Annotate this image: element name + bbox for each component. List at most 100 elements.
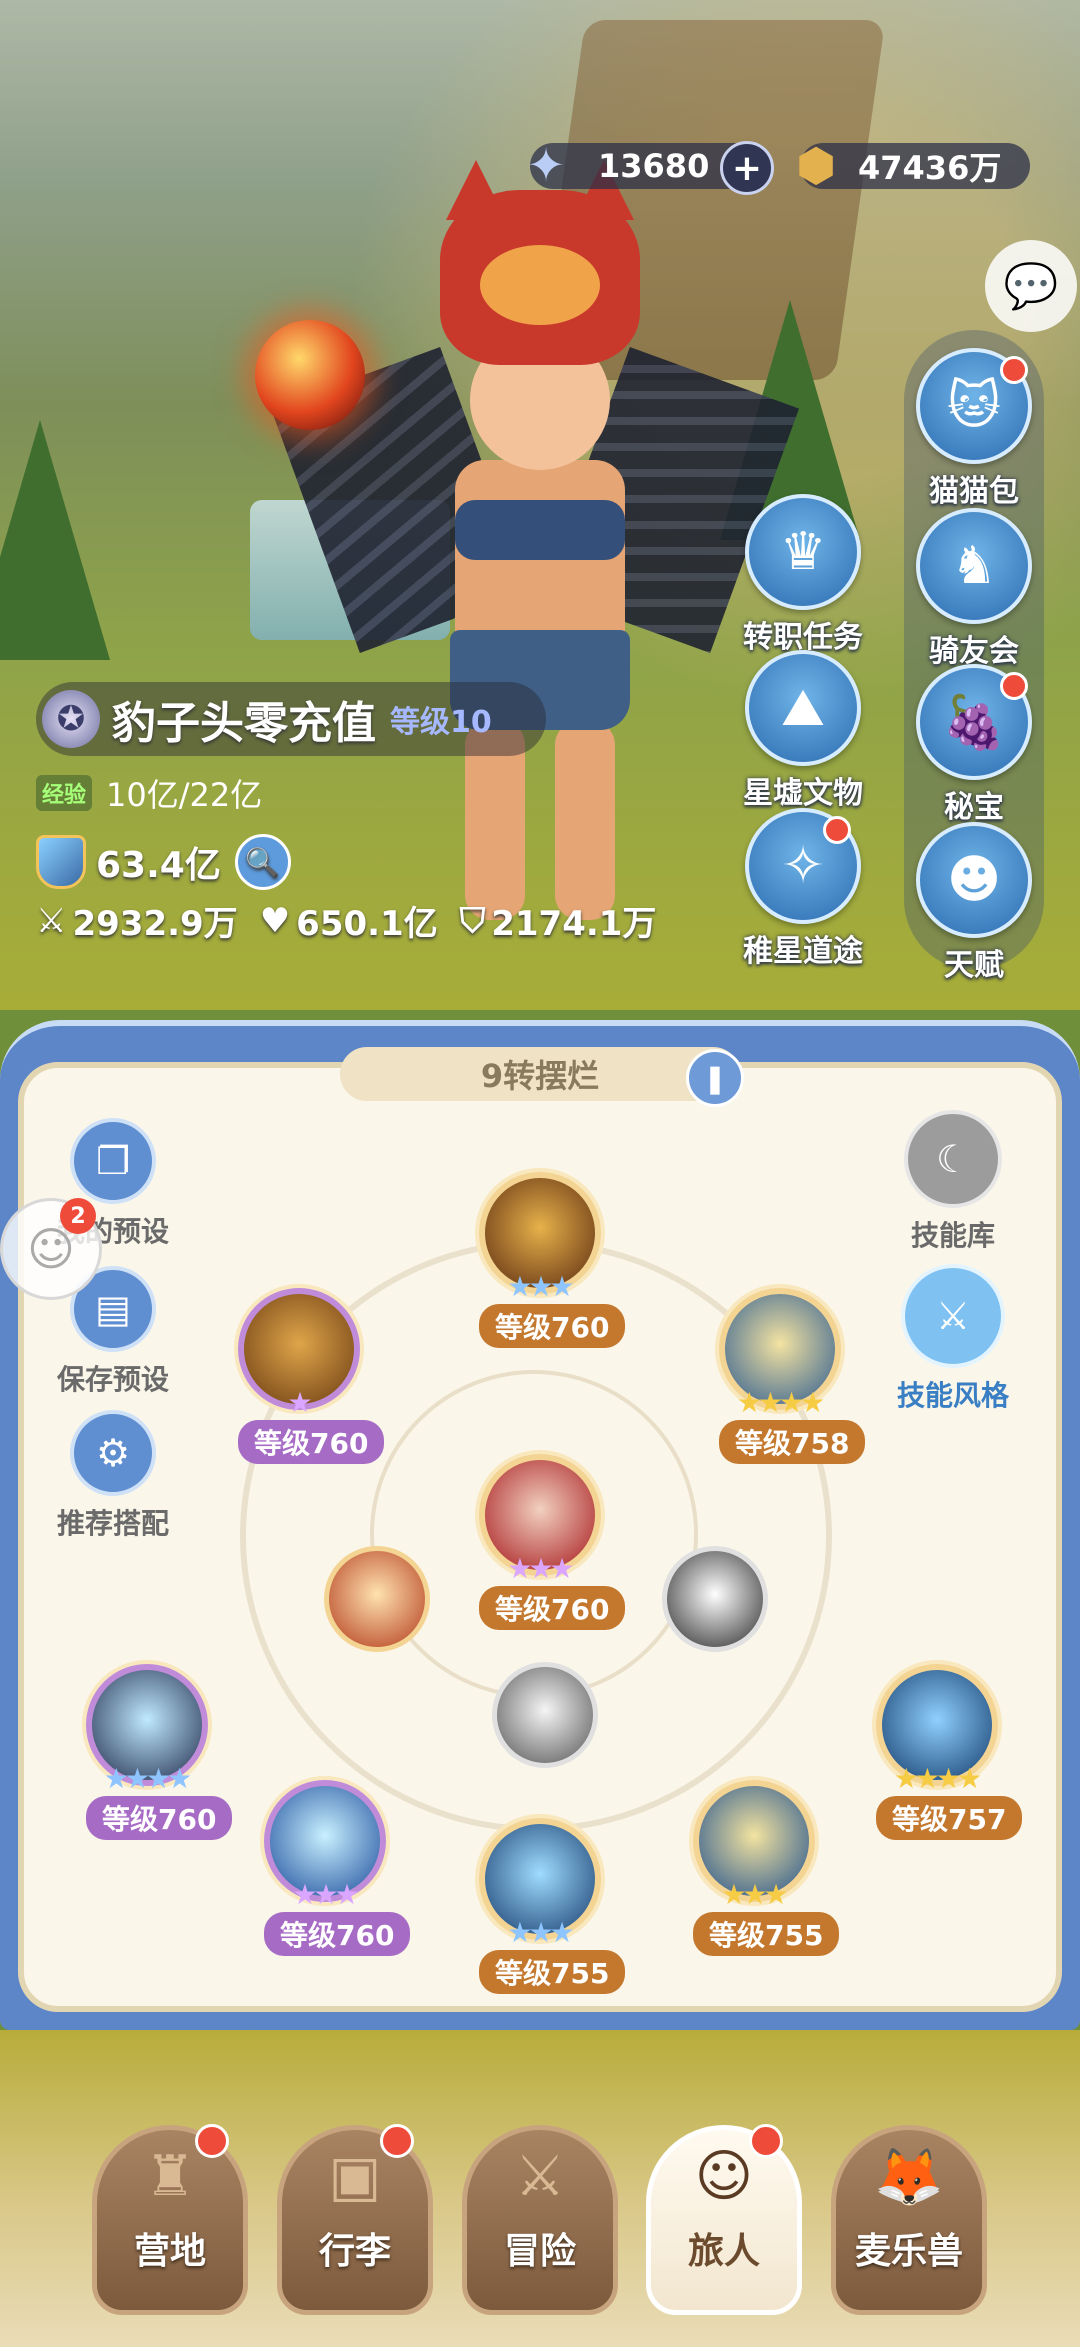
skill-stars: ★★★: [721, 1878, 788, 1911]
combat-power-value: 63.4亿: [96, 845, 221, 886]
attack-icon: ⚔: [36, 900, 67, 941]
skill-stars: ★★★: [292, 1878, 359, 1911]
chat-bubble-icon: 💬: [1003, 261, 1059, 312]
shield-icon: ⛉: [459, 900, 486, 941]
character-leg: [555, 720, 615, 920]
skill-stars: ★★★★: [893, 1762, 982, 1795]
skill-stars: ★★★★: [103, 1762, 192, 1795]
skill-level: 等级760: [238, 1420, 385, 1464]
notification-dot: [1000, 672, 1028, 700]
gem-counter: ✦ 13680 +: [527, 138, 774, 195]
preset-book-button[interactable]: ❚: [686, 1049, 744, 1107]
nav-traveler-label: 旅人: [687, 2231, 760, 2272]
preset-name[interactable]: 9转摆烂: [340, 1047, 740, 1101]
young-star-path-button[interactable]: ✧ 稚星道途: [728, 808, 878, 970]
skill-slot-7[interactable]: ★★★ 等级760: [264, 1780, 411, 1956]
defense-value: 2174.1万: [491, 904, 657, 944]
fireball-orb: [255, 320, 365, 430]
nav-traveler[interactable]: ☺ 旅人: [646, 2124, 802, 2315]
talent-button[interactable]: ☻ 天赋: [899, 822, 1049, 984]
save-preset-label: 保存预设: [56, 1363, 169, 1396]
skill-slot-9[interactable]: ★★★ 等级755: [693, 1780, 840, 1956]
floating-badge-count: 2: [60, 1198, 96, 1234]
passive-skill-orb[interactable]: [492, 1662, 598, 1768]
nav-luggage[interactable]: ▣ 行李: [277, 2124, 433, 2315]
skill-level: 等级758: [719, 1420, 866, 1464]
skill-slot-3[interactable]: ★★★★ 等级758: [719, 1288, 866, 1464]
hp-value: 650.1亿: [296, 904, 438, 944]
passive-skill-orb[interactable]: [324, 1546, 430, 1652]
treasure-label: 秘宝: [944, 790, 1004, 825]
notification-dot: [749, 2124, 783, 2158]
skill-library-button[interactable]: ☾ 技能库: [878, 1110, 1028, 1254]
treasure-icon: 🍇: [916, 664, 1032, 780]
skill-slot-1[interactable]: ★★★ 等级760: [479, 1172, 626, 1348]
recommended-build-button[interactable]: ⚙ 推荐搭配: [38, 1410, 188, 1542]
coin-icon: ⬢: [795, 138, 837, 192]
star-relic-label: 星墟文物: [743, 776, 863, 811]
skill-stars: ★★★: [507, 1270, 574, 1303]
notification-dot: [1000, 356, 1028, 384]
cat-bag-button[interactable]: 🐱 猫猫包: [899, 348, 1049, 510]
nav-camp-label: 营地: [133, 2231, 206, 2272]
passive-skill-orb[interactable]: [662, 1546, 768, 1652]
skill-stars: ★: [287, 1386, 312, 1419]
skill-slot-5[interactable]: ★★★★ 等级760: [86, 1664, 233, 1840]
rider-club-button[interactable]: ♞ 骑友会: [899, 508, 1049, 670]
horse-icon: ♞: [916, 508, 1032, 624]
exp-value: 10亿/22亿: [106, 776, 263, 814]
skill-level: 等级760: [479, 1304, 626, 1348]
attack-value: 2932.9万: [72, 904, 238, 944]
skill-level: 等级755: [479, 1950, 626, 1994]
skill-library-label: 技能库: [910, 1219, 995, 1252]
stats-row: ⚔ 2932.9万 ♥ 650.1亿 ⛉ 2174.1万: [36, 896, 678, 945]
hat-ear: [446, 160, 506, 220]
sword-style-icon: ⚔: [901, 1264, 1005, 1368]
skill-level: 等级760: [479, 1586, 626, 1630]
talent-head-icon: ☻: [916, 822, 1032, 938]
cards-icon: ❐: [70, 1118, 156, 1204]
skill-slot-2[interactable]: ★ 等级760: [238, 1288, 385, 1464]
notification-dot: [823, 816, 851, 844]
add-gems-button[interactable]: +: [720, 141, 774, 195]
notification-dot: [380, 2124, 414, 2158]
book-icon: ❚: [703, 1061, 727, 1095]
skill-library-icon: ☾: [904, 1110, 1002, 1208]
skill-stars: ★★★: [507, 1552, 574, 1585]
power-shield-icon: [36, 835, 86, 889]
cat-hat: [440, 160, 640, 365]
cat-bag-icon: 🐱: [916, 348, 1032, 464]
skill-slot-4[interactable]: ★★★ 等级760: [479, 1454, 626, 1630]
nav-adventure-label: 冒险: [503, 2231, 576, 2272]
star-relic-button[interactable]: ⛰ 星墟文物: [728, 650, 878, 812]
recommend-icon: ⚙: [70, 1410, 156, 1496]
skill-slot-6[interactable]: ★★★★ 等级757: [876, 1664, 1023, 1840]
player-name: 豹子头零充值: [112, 698, 376, 749]
exp-tag: 经验: [36, 775, 93, 811]
crossed-swords-icon: ⚔: [514, 2144, 566, 2209]
nav-pet[interactable]: 🦊 麦乐兽: [831, 2125, 987, 2315]
player-character[interactable]: [270, 160, 800, 950]
pine-tree: [0, 420, 110, 660]
skill-level: 等级755: [693, 1912, 840, 1956]
power-detail-button[interactable]: 🔍: [234, 834, 291, 890]
coin-counter: ⬢ 47436万: [796, 138, 1030, 192]
job-change-quest-button[interactable]: ♛ 转职任务: [728, 494, 878, 656]
player-name-bar[interactable]: ✪ 豹子头零充值 等级10: [36, 682, 546, 756]
treasure-button[interactable]: 🍇 秘宝: [899, 664, 1049, 826]
search-icon: 🔍: [245, 845, 281, 879]
nav-pet-label: 麦乐兽: [854, 2231, 963, 2272]
cat-bag-label: 猫猫包: [929, 474, 1019, 509]
nav-camp[interactable]: ♜ 营地: [92, 2124, 248, 2315]
nav-adventure[interactable]: ⚔ 冒险: [462, 2125, 618, 2315]
talent-label: 天赋: [944, 948, 1004, 983]
skill-style-button[interactable]: ⚔ 技能风格: [878, 1264, 1028, 1414]
fox-pet-icon: 🦊: [874, 2145, 944, 2210]
skill-slot-8[interactable]: ★★★ 等级755: [479, 1818, 626, 1994]
mountain-relic-icon: ⛰: [745, 650, 861, 766]
cat-path-icon: ✧: [745, 808, 861, 924]
skill-level: 等级757: [876, 1796, 1023, 1840]
young-star-path-label: 稚星道途: [743, 934, 863, 969]
player-level: 等级10: [390, 705, 492, 740]
chat-button[interactable]: 💬: [985, 240, 1077, 332]
